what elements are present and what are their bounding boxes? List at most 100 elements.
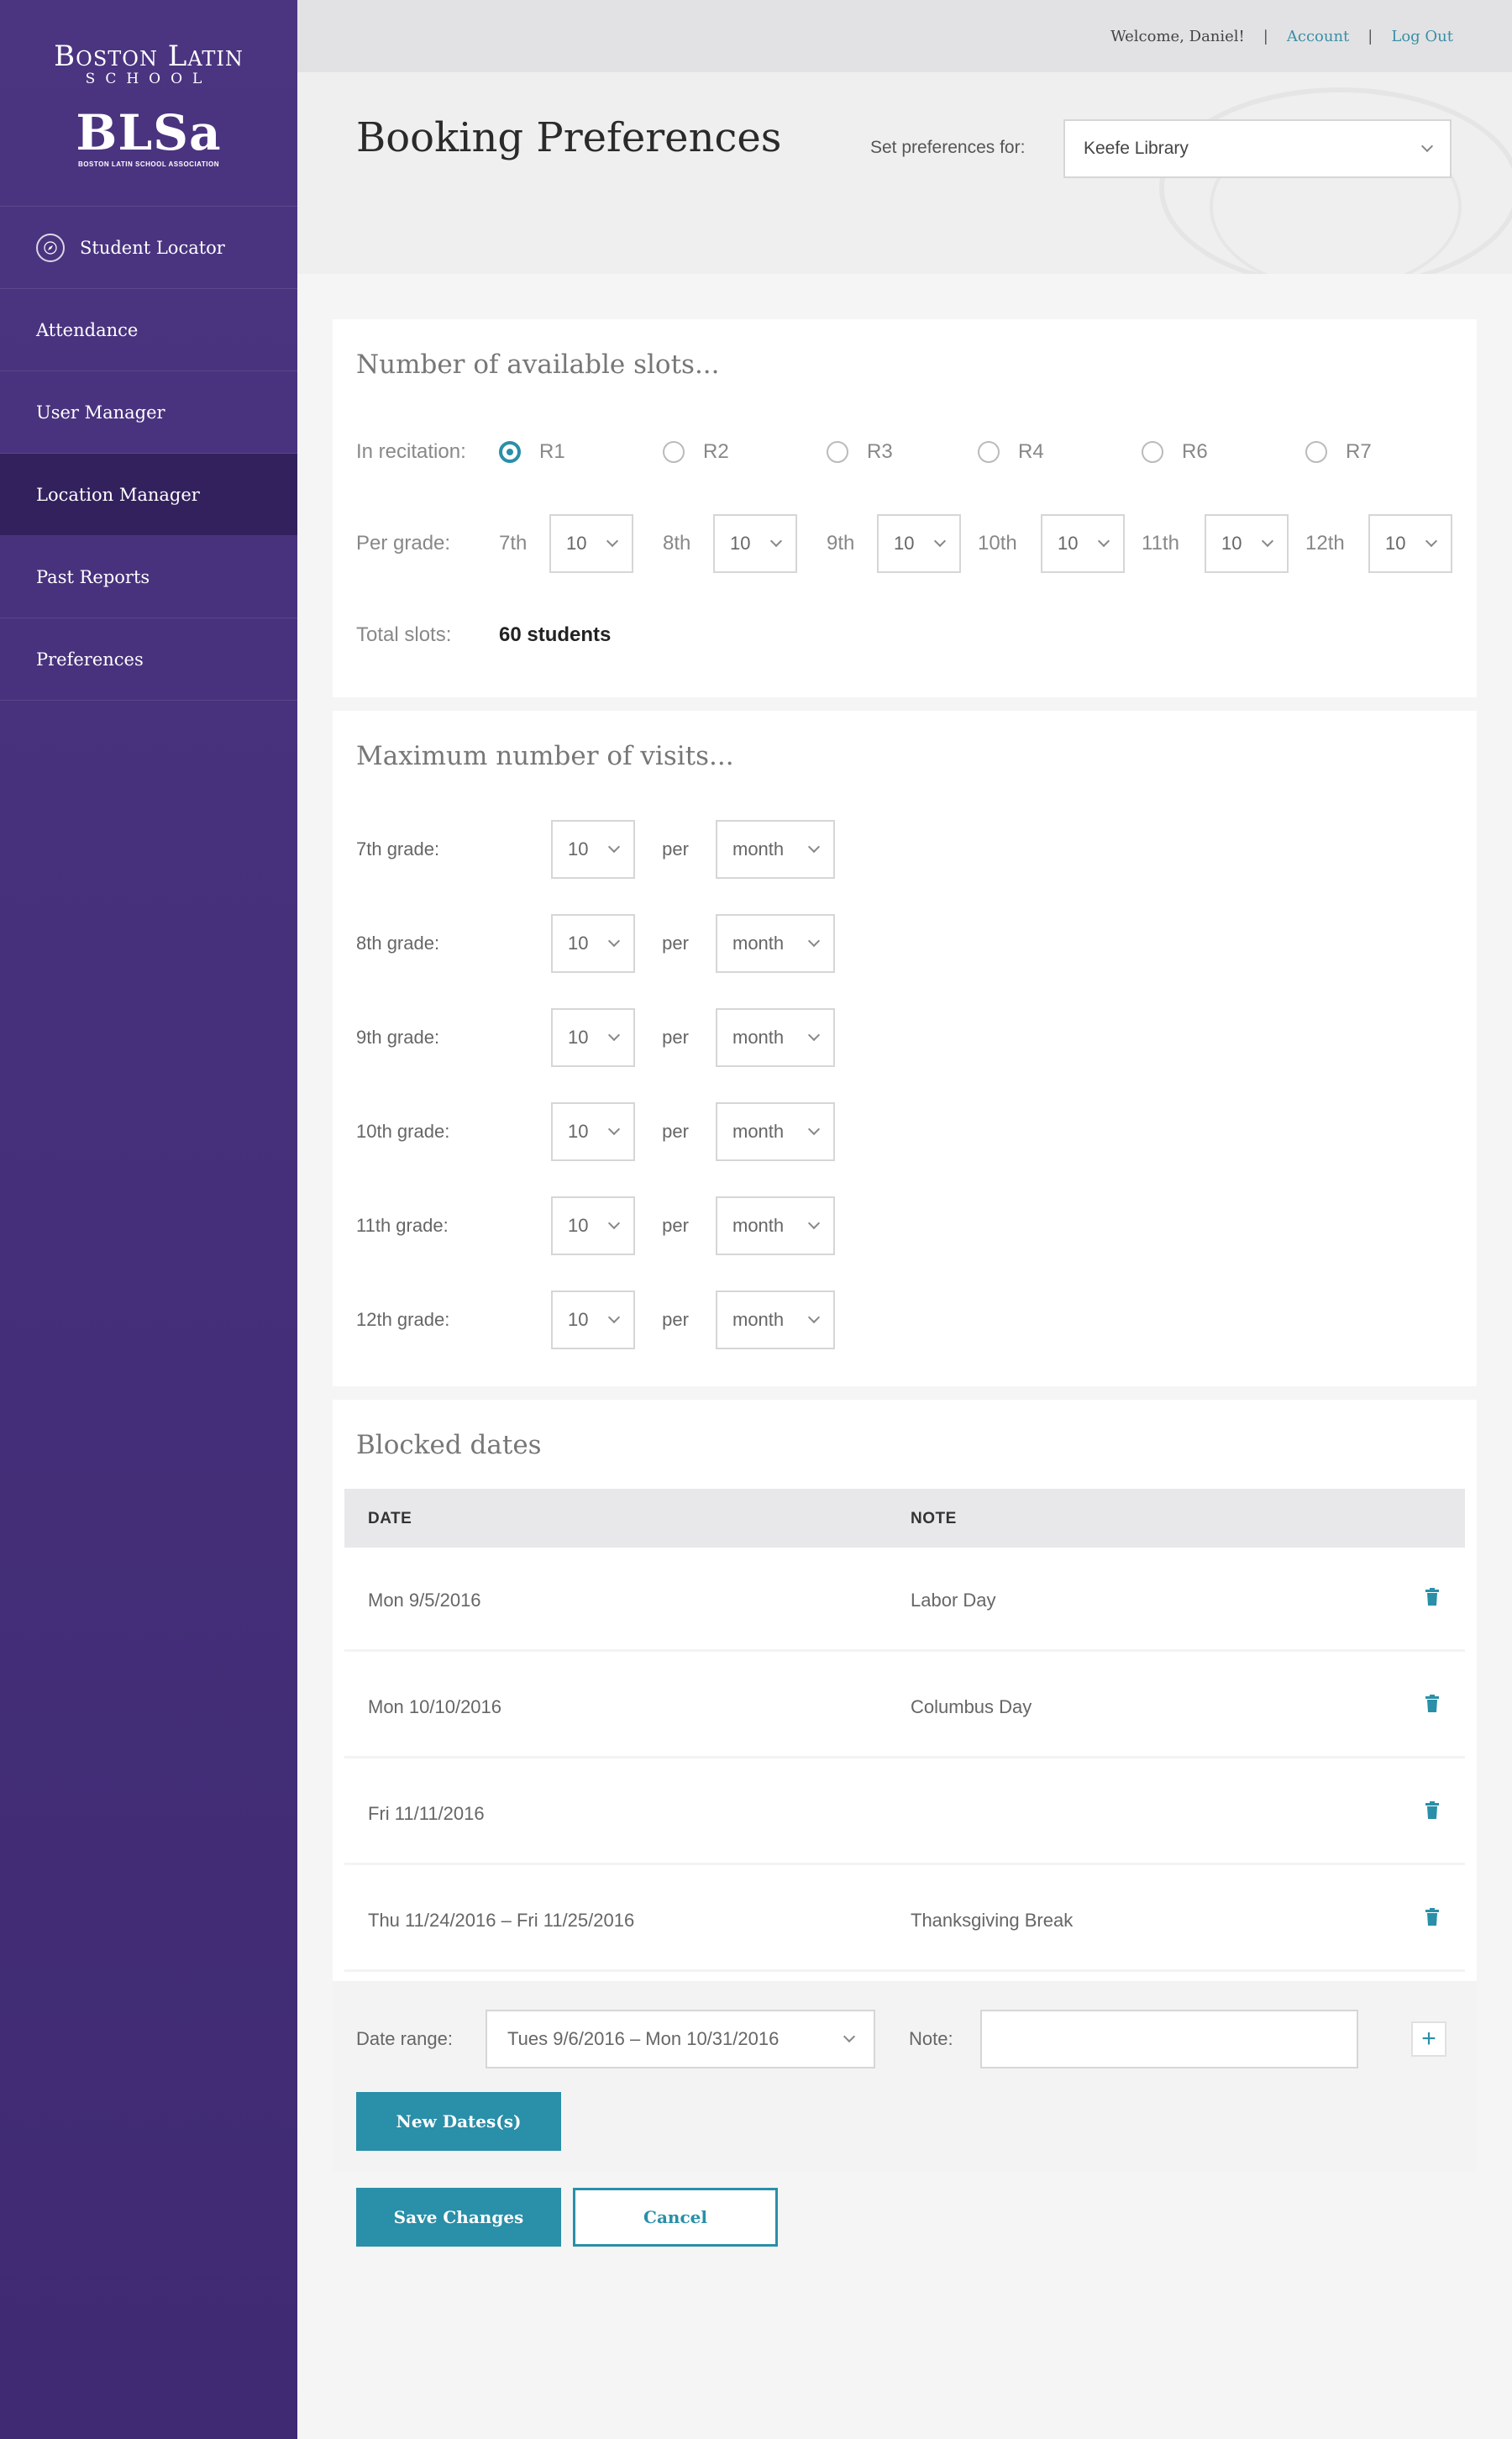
select-value: 10 [894, 533, 915, 554]
table-row: Fri 11/11/2016 [344, 1761, 1465, 1865]
visits-count-select[interactable]: 10 [551, 1102, 635, 1161]
select-value: 10 [568, 1309, 589, 1330]
radio-r6[interactable]: R6 [1142, 440, 1305, 464]
select-value: month [732, 1309, 785, 1330]
visits-count-select[interactable]: 10 [551, 1196, 635, 1255]
per-label: per [662, 1215, 689, 1236]
logout-link[interactable]: Log Out [1391, 28, 1453, 45]
sidebar-item-attendance[interactable]: Attendance [0, 289, 297, 371]
select-value: 10 [568, 1027, 589, 1048]
radio-r7[interactable]: R7 [1305, 440, 1372, 464]
slots-8th-select[interactable]: 10 [713, 514, 797, 573]
row-date: Mon 10/10/2016 [368, 1696, 502, 1717]
page-title: Booking Preferences [356, 114, 782, 161]
radio-label: R3 [867, 440, 893, 463]
visits-period-select[interactable]: month [716, 1290, 835, 1349]
select-value: month [732, 1121, 785, 1142]
visits-title: Maximum number of visits... [356, 741, 734, 771]
trash-icon[interactable] [1425, 1695, 1440, 1713]
top-bar: Welcome, Daniel! | Account | Log Out [297, 0, 1512, 72]
logo[interactable]: Boston Latin SCHOOL BLSa BOSTON LATIN SC… [0, 0, 297, 207]
slots-card: Number of available slots... In recitati… [333, 319, 1477, 697]
trash-icon[interactable] [1425, 1588, 1440, 1606]
sidebar-item-user-manager[interactable]: User Manager [0, 371, 297, 454]
logo-school-name: Boston Latin [54, 39, 244, 73]
visits-row: 10th grade: 10 per month [356, 1102, 835, 1161]
plus-icon: + [1421, 2025, 1436, 2053]
radio-icon [663, 441, 685, 463]
visits-row: 9th grade: 10 per month [356, 1008, 835, 1067]
visits-period-select[interactable]: month [716, 1196, 835, 1255]
select-value: 10 [1385, 533, 1406, 554]
visits-count-select[interactable]: 10 [551, 1008, 635, 1067]
slots-12th-select[interactable]: 10 [1368, 514, 1452, 573]
account-link[interactable]: Account [1287, 28, 1349, 45]
radio-icon [1142, 441, 1163, 463]
trash-icon[interactable] [1425, 1908, 1440, 1926]
note-input[interactable] [980, 2010, 1358, 2068]
new-dates-button[interactable]: New Dates(s) [356, 2092, 561, 2151]
select-value: month [732, 933, 785, 954]
note-label: Note: [909, 2028, 953, 2049]
logo-blsa: BLSa [76, 104, 222, 161]
select-value: 10 [1221, 533, 1242, 554]
select-value: 10 [1058, 533, 1079, 554]
trash-icon[interactable] [1425, 1801, 1440, 1820]
visits-period-select[interactable]: month [716, 820, 835, 879]
chevron-down-icon [933, 534, 947, 548]
select-value: 10 [568, 838, 589, 859]
slots-9th-select[interactable]: 10 [877, 514, 961, 573]
per-label: per [662, 1309, 689, 1330]
location-select[interactable]: Keefe Library [1063, 119, 1452, 178]
select-value: 10 [730, 533, 751, 554]
table-row: Mon 10/10/2016 Columbus Day [344, 1654, 1465, 1758]
total-slots-row: Total slots: 60 students [356, 623, 611, 647]
radio-r3[interactable]: R3 [827, 440, 978, 464]
slots-11th-select[interactable]: 10 [1205, 514, 1289, 573]
select-value: 10 [566, 533, 587, 554]
chevron-down-icon [606, 534, 619, 548]
visits-period-select[interactable]: month [716, 914, 835, 973]
save-changes-button[interactable]: Save Changes [356, 2188, 561, 2247]
visits-grade-label: 7th grade: [356, 838, 440, 859]
per-grade-label: Per grade: [356, 532, 451, 555]
select-value: month [732, 838, 785, 859]
column-note-header: NOTE [911, 1510, 957, 1527]
sidebar-item-past-reports[interactable]: Past Reports [0, 536, 297, 618]
slots-7th-select[interactable]: 10 [549, 514, 633, 573]
logo-blsa-sub: BOSTON LATIN SCHOOL ASSOCIATION [78, 160, 219, 168]
column-date-header: DATE [368, 1510, 412, 1527]
radio-r4[interactable]: R4 [978, 440, 1142, 464]
grade-label: 9th [827, 532, 855, 555]
blocked-dates-card: Blocked dates DATE NOTE Mon 9/5/2016 Lab… [333, 1400, 1477, 1981]
visits-period-select[interactable]: month [716, 1102, 835, 1161]
select-value: month [732, 1027, 785, 1048]
chevron-down-icon [807, 1122, 821, 1136]
visits-count-select[interactable]: 10 [551, 914, 635, 973]
table-header: DATE NOTE [344, 1489, 1465, 1548]
chevron-down-icon [769, 534, 783, 548]
visits-count-select[interactable]: 10 [551, 820, 635, 879]
sidebar-item-label: Past Reports [36, 566, 150, 587]
row-note: Labor Day [911, 1590, 996, 1611]
radio-label: R6 [1182, 440, 1208, 463]
sidebar-item-preferences[interactable]: Preferences [0, 618, 297, 701]
radio-r1[interactable]: R1 [499, 440, 663, 464]
slots-10th-select[interactable]: 10 [1041, 514, 1125, 573]
chevron-down-icon [807, 1217, 821, 1230]
date-range-select[interactable]: Tues 9/6/2016 – Mon 10/31/2016 [486, 2010, 875, 2068]
visits-count-select[interactable]: 10 [551, 1290, 635, 1349]
sidebar-item-student-locator[interactable]: Student Locator [0, 207, 297, 289]
sidebar-item-location-manager[interactable]: Location Manager [0, 454, 297, 536]
add-date-button[interactable]: + [1411, 2021, 1446, 2057]
row-date: Mon 9/5/2016 [368, 1590, 481, 1611]
radio-r2[interactable]: R2 [663, 440, 827, 464]
select-value: 10 [568, 933, 589, 954]
cancel-button[interactable]: Cancel [573, 2188, 778, 2247]
recitation-row: In recitation: R1 R2 R3 R4 R6 R7 [356, 440, 1372, 464]
radio-label: R2 [703, 440, 729, 463]
visits-period-select[interactable]: month [716, 1008, 835, 1067]
grade-label: 11th [1142, 532, 1179, 555]
compass-icon [36, 233, 65, 262]
chevron-down-icon [807, 934, 821, 948]
